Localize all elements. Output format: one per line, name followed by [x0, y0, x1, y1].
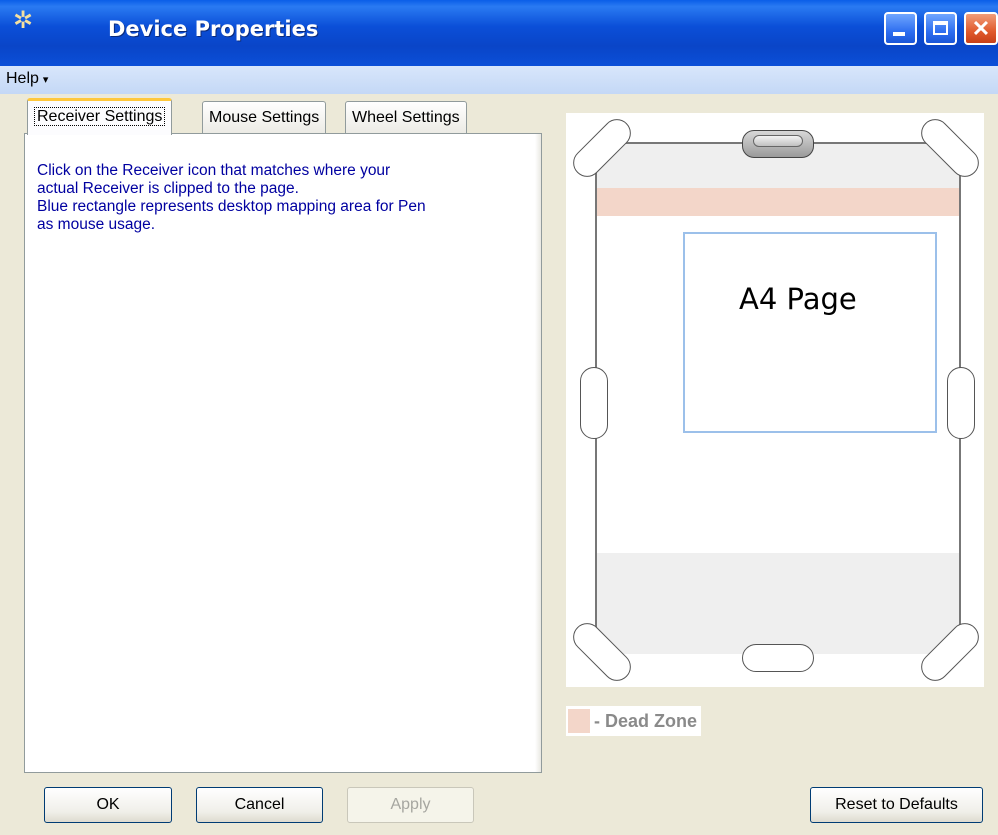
receiver-bottom-center-icon[interactable]: [742, 644, 814, 672]
instruction-line: Click on the Receiver icon that matches …: [37, 162, 391, 179]
apply-button[interactable]: Apply: [347, 787, 474, 823]
receiver-top-center-icon[interactable]: [742, 130, 814, 158]
ok-button[interactable]: OK: [44, 787, 172, 823]
receiver-left-icon[interactable]: [580, 367, 608, 439]
tab-label: Mouse Settings: [209, 109, 320, 126]
legend-swatch: [568, 709, 590, 733]
tab-receiver-settings[interactable]: Receiver Settings: [27, 98, 173, 135]
receiver-diagram: A4 Page: [566, 113, 985, 687]
window-title: Device Properties: [108, 17, 319, 41]
app-icon: ✲: [12, 7, 34, 34]
tab-label: Wheel Settings: [352, 109, 460, 126]
maximize-button[interactable]: [924, 12, 957, 45]
title-bar[interactable]: ✲ Device Properties ✕: [0, 0, 998, 66]
minimize-button[interactable]: [884, 12, 917, 45]
instruction-line: as mouse usage.: [37, 216, 156, 233]
minimize-icon: [893, 32, 905, 36]
instruction-line: Blue rectangle represents desktop mappin…: [37, 198, 426, 215]
close-icon: ✕: [971, 16, 991, 41]
instructions-text: Click on the Receiver icon that matches …: [37, 162, 517, 234]
mapping-area-rectangle: [683, 232, 937, 433]
tab-mouse-settings[interactable]: Mouse Settings: [202, 101, 327, 133]
chevron-down-icon: ▾: [42, 74, 49, 86]
menu-help[interactable]: Help ▾: [6, 70, 48, 88]
dead-zone-area: [597, 188, 959, 216]
dead-zone-legend: - Dead Zone: [566, 706, 702, 736]
maximize-icon: [933, 21, 948, 35]
a4-page: A4 Page: [595, 142, 961, 654]
instruction-line: actual Receiver is clipped to the page.: [37, 180, 299, 197]
menu-bar: Help ▾: [0, 66, 998, 94]
page-label: A4 Page: [739, 282, 857, 316]
tab-wheel-settings[interactable]: Wheel Settings: [345, 101, 467, 133]
tab-label: Receiver Settings: [34, 107, 166, 126]
reset-to-defaults-button[interactable]: Reset to Defaults: [810, 787, 983, 823]
menu-help-label: Help: [6, 70, 39, 87]
cancel-button[interactable]: Cancel: [196, 787, 323, 823]
tab-panel: Click on the Receiver icon that matches …: [24, 133, 542, 773]
legend-label: - Dead Zone: [594, 710, 698, 731]
close-button[interactable]: ✕: [964, 12, 998, 45]
receiver-right-icon[interactable]: [947, 367, 975, 439]
